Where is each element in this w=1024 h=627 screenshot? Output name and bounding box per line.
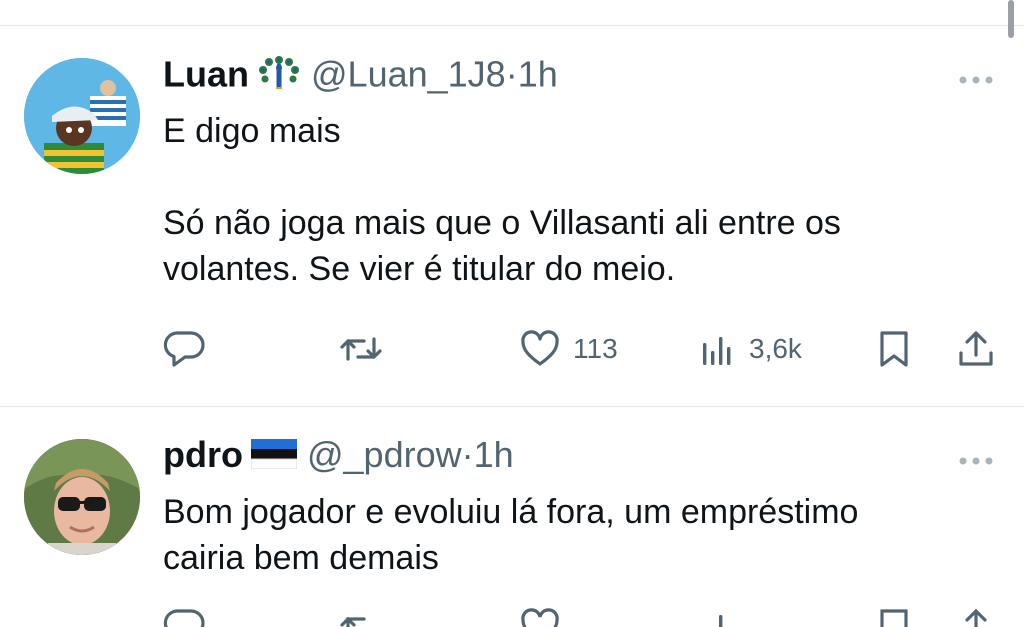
display-name[interactable]: Luan bbox=[163, 54, 249, 95]
timestamp[interactable]: 1h bbox=[518, 54, 558, 95]
text-line: Só não joga mais que o Villasanti ali en… bbox=[163, 204, 841, 242]
share-button[interactable] bbox=[956, 326, 996, 372]
reply-button[interactable] bbox=[163, 326, 205, 372]
action-bar bbox=[163, 607, 998, 627]
more-options-icon[interactable] bbox=[958, 72, 994, 84]
more-options-icon[interactable] bbox=[958, 453, 994, 465]
like-button[interactable]: 113 bbox=[519, 326, 618, 372]
text-line: E digo mais bbox=[163, 112, 341, 150]
heart-icon bbox=[521, 330, 559, 366]
views-button[interactable]: 3,6k bbox=[697, 326, 802, 372]
share-icon bbox=[965, 608, 987, 627]
tweet-text: E digo mais Só não joga mais que o Villa… bbox=[163, 108, 983, 292]
reply-icon bbox=[163, 609, 205, 627]
reply-icon bbox=[163, 331, 205, 367]
tweet-text: Bom jogador e evoluiu lá fora, um emprés… bbox=[163, 489, 983, 581]
bookmark-button[interactable] bbox=[875, 326, 913, 372]
views-count: 3,6k bbox=[749, 333, 802, 364]
text-line: cairia bem demais bbox=[163, 539, 439, 577]
timestamp[interactable]: 1h bbox=[474, 434, 514, 475]
share-icon bbox=[959, 331, 993, 366]
repost-icon bbox=[340, 616, 366, 627]
views-icon bbox=[719, 615, 723, 627]
separator-dot: · bbox=[505, 53, 518, 95]
separator-dot: · bbox=[461, 434, 474, 475]
views-icon bbox=[703, 337, 731, 365]
action-bar: 113 3,6k bbox=[163, 326, 998, 372]
bookmark-icon bbox=[880, 609, 908, 627]
heart-icon bbox=[521, 608, 559, 627]
repost-button[interactable] bbox=[338, 326, 384, 372]
avatar[interactable] bbox=[24, 439, 140, 555]
text-line: Bom jogador e evoluiu lá fora, um emprés… bbox=[163, 493, 859, 531]
tweet[interactable]: Luan @Luan_1J8·1h E digo mais Só não jog… bbox=[0, 26, 1024, 406]
peacock-icon bbox=[257, 52, 301, 102]
tweet-header: Luan @Luan_1J8·1h bbox=[163, 52, 558, 96]
handle[interactable]: @_pdrow bbox=[307, 434, 462, 475]
display-name[interactable]: pdro bbox=[163, 434, 243, 475]
avatar[interactable] bbox=[24, 58, 140, 174]
like-count: 113 bbox=[573, 333, 618, 364]
estonia-flag-icon bbox=[250, 435, 298, 479]
handle[interactable]: @Luan_1J8 bbox=[311, 54, 506, 95]
text-line: volantes. Se vier é titular do meio. bbox=[163, 250, 676, 288]
tweet-header: pdro @_pdrow·1h bbox=[163, 433, 514, 477]
repost-icon bbox=[340, 337, 382, 361]
tweet[interactable]: pdro @_pdrow·1h Bom jogador e evoluiu lá… bbox=[0, 407, 1024, 627]
bookmark-icon bbox=[880, 331, 908, 367]
